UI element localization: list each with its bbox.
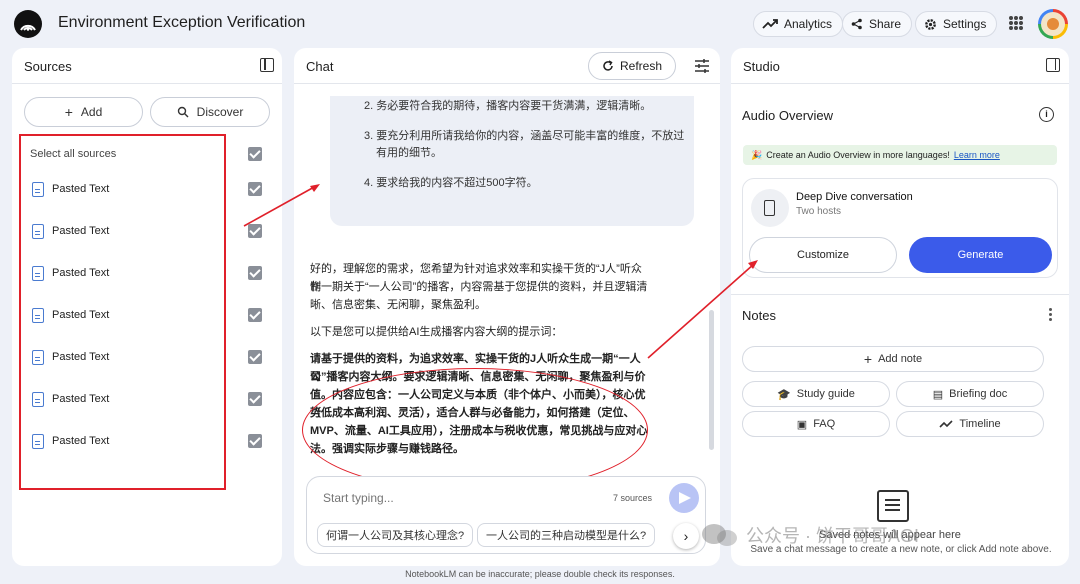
disclaimer-footer: NotebookLM can be inaccurate; please dou… — [405, 569, 675, 579]
annotation-arrow — [647, 263, 755, 359]
wechat-logo-icon — [700, 522, 740, 548]
annotation-arrowhead — [310, 184, 320, 192]
watermark: 公众号 · 饼干哥哥AGI — [700, 522, 919, 548]
annotation-arrow — [243, 185, 317, 227]
annotation-arrows — [243, 184, 758, 359]
watermark-text: 公众号 · 饼干哥哥AGI — [746, 526, 920, 546]
